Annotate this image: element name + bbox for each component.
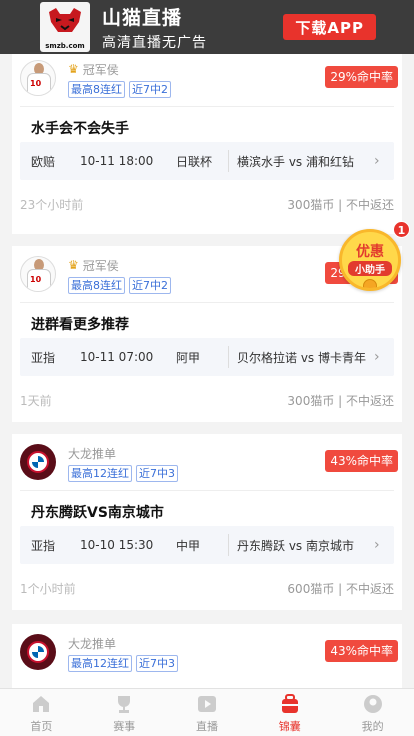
divider <box>20 490 394 491</box>
tab-label: 锦囊 <box>278 720 301 733</box>
chevron-right-icon: › <box>374 153 380 169</box>
home-icon <box>33 696 50 712</box>
tab-label: 直播 <box>195 720 218 733</box>
bottom-tab-bar: 首页 赛事 直播 锦囊 我的 <box>0 688 414 736</box>
author-name[interactable]: 大龙推单 <box>68 445 116 462</box>
promo-line2: 小助手 <box>348 261 392 276</box>
tab-mine[interactable]: 我的 <box>331 689 414 736</box>
app-name: 山猫直播 <box>102 6 183 29</box>
post-time: 23个小时前 <box>20 198 84 212</box>
coin-icon <box>363 279 377 288</box>
tab-home[interactable]: 首页 <box>0 689 83 736</box>
league-name: 日联杯 <box>176 154 213 169</box>
tip-card[interactable]: 10 ♛ 冠军侯 最高8连红 近7中2 29%命中率 水手会不会失手 欧赔 10-… <box>12 54 402 234</box>
crown-icon: ♛ <box>68 62 79 76</box>
app-slogan: 高清直播无广告 <box>102 34 207 51</box>
recent-record-tag: 近7中3 <box>136 465 178 482</box>
promo-line1: 优惠 <box>356 244 384 260</box>
play-icon <box>197 696 216 712</box>
match-teams: 贝尔格拉诺 vs 博卡青年 <box>237 350 366 365</box>
tip-title[interactable]: 进群看更多推荐 <box>31 314 129 334</box>
bet-type: 亚指 <box>31 538 56 553</box>
price-info: 600猫币 | 不中返还 <box>287 582 394 596</box>
match-time: 10-10 15:30 <box>80 538 154 552</box>
tab-matches[interactable]: 赛事 <box>83 689 166 736</box>
tips-feed[interactable]: 10 ♛ 冠军侯 最高8连红 近7中2 29%命中率 水手会不会失手 欧赔 10-… <box>0 54 414 688</box>
match-teams: 横滨水手 vs 浦和红钻 <box>237 154 354 169</box>
chevron-right-icon: › <box>374 349 380 365</box>
price-info: 300猫币 | 不中返还 <box>287 394 394 408</box>
crown-icon: ♛ <box>68 258 79 272</box>
author-avatar[interactable]: 10 <box>20 60 56 96</box>
author-avatar[interactable] <box>20 634 56 670</box>
author-avatar[interactable] <box>20 444 56 480</box>
tab-label: 赛事 <box>113 720 136 733</box>
divider <box>228 150 229 172</box>
tab-label: 首页 <box>30 720 53 733</box>
hit-rate-badge: 43%命中率 <box>325 450 398 472</box>
post-time: 1天前 <box>20 394 52 408</box>
promo-notification-badge: 1 <box>393 221 410 238</box>
author-avatar[interactable]: 10 <box>20 256 56 292</box>
author-name[interactable]: 大龙推单 <box>68 635 116 652</box>
league-name: 中甲 <box>176 538 201 553</box>
post-time: 1个小时前 <box>20 582 76 596</box>
chevron-right-icon: › <box>374 537 380 553</box>
user-icon <box>363 695 382 713</box>
promo-helper-button[interactable]: 优惠 小助手 <box>339 229 401 291</box>
tip-card[interactable]: 大龙推单 最高12连红 近7中3 43%命中率 丹东腾跃VS南京城市 亚指 10… <box>12 434 402 610</box>
trophy-icon <box>118 696 131 713</box>
streak-tag: 最高8连红 <box>68 81 125 98</box>
divider <box>20 106 394 107</box>
hit-rate-badge: 43%命中率 <box>325 640 398 662</box>
match-info-row[interactable]: 欧赔 10-11 18:00 日联杯 横滨水手 vs 浦和红钻 › <box>20 142 394 180</box>
hit-rate-badge: 29%命中率 <box>325 66 398 88</box>
download-app-button[interactable]: 下载APP <box>283 14 376 40</box>
match-time: 10-11 18:00 <box>80 154 154 168</box>
match-info-row[interactable]: 亚指 10-10 15:30 中甲 丹东腾跃 vs 南京城市 › <box>20 526 394 564</box>
app-logo: smzb.com <box>40 2 90 52</box>
streak-tag: 最高12连红 <box>68 465 132 482</box>
recent-record-tag: 近7中2 <box>129 81 171 98</box>
bet-type: 欧赔 <box>31 154 56 169</box>
tips-bag-icon <box>281 694 298 713</box>
tip-card[interactable]: 大龙推单 最高12连红 近7中3 43%命中率 <box>12 624 402 688</box>
bet-type: 亚指 <box>31 350 56 365</box>
divider <box>20 302 394 303</box>
match-info-row[interactable]: 亚指 10-11 07:00 阿甲 贝尔格拉诺 vs 博卡青年 › <box>20 338 394 376</box>
match-teams: 丹东腾跃 vs 南京城市 <box>237 538 354 553</box>
streak-tag: 最高8连红 <box>68 277 125 294</box>
tip-title[interactable]: 水手会不会失手 <box>31 118 129 138</box>
recent-record-tag: 近7中3 <box>136 655 178 672</box>
author-name[interactable]: 冠军侯 <box>83 257 119 274</box>
logo-domain: smzb.com <box>45 42 85 50</box>
divider <box>228 534 229 556</box>
tip-title[interactable]: 丹东腾跃VS南京城市 <box>31 502 164 522</box>
author-name[interactable]: 冠军侯 <box>83 61 119 78</box>
tab-live[interactable]: 直播 <box>166 689 249 736</box>
match-time: 10-11 07:00 <box>80 350 154 364</box>
tab-label: 我的 <box>361 720 384 733</box>
tab-tips[interactable]: 锦囊 <box>248 689 331 736</box>
streak-tag: 最高12连红 <box>68 655 132 672</box>
divider <box>228 346 229 368</box>
lynx-logo-icon <box>49 8 81 32</box>
recent-record-tag: 近7中2 <box>129 277 171 294</box>
price-info: 300猫币 | 不中返还 <box>287 198 394 212</box>
app-download-banner[interactable]: smzb.com 山猫直播 高清直播无广告 下载APP <box>0 0 414 54</box>
league-name: 阿甲 <box>176 350 201 365</box>
